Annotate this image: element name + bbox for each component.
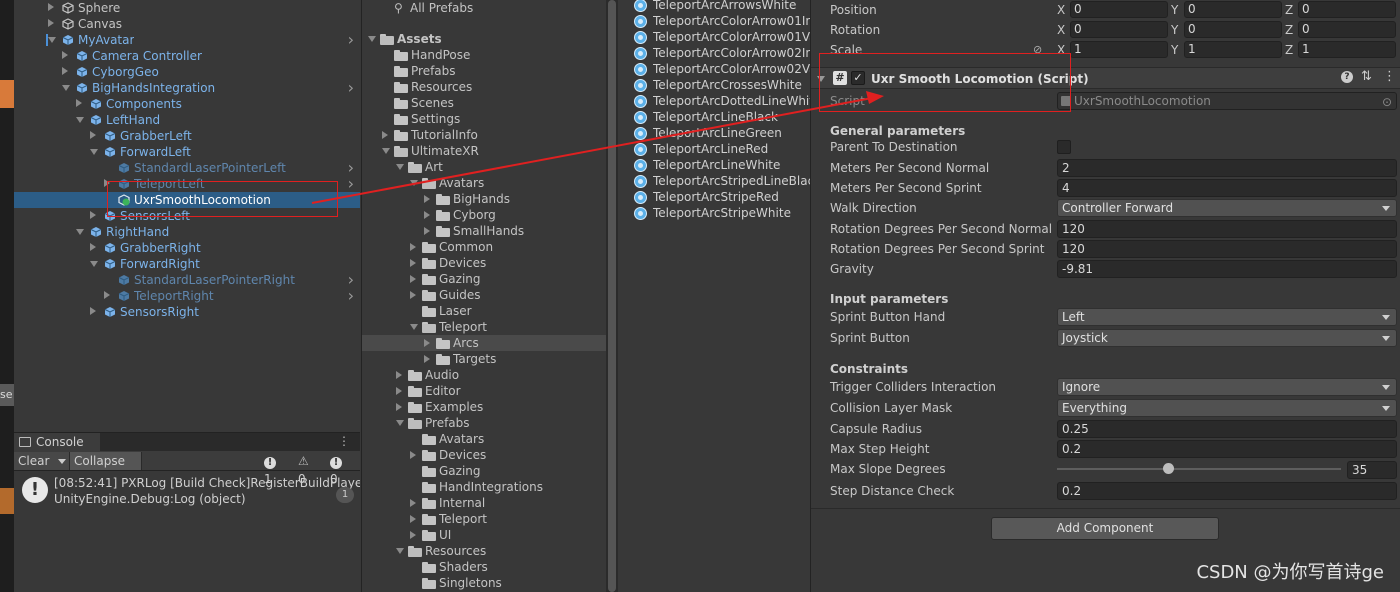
- annotation-arrow: [311, 91, 884, 204]
- watermark: CSDN @为你写首诗ge: [1196, 562, 1384, 583]
